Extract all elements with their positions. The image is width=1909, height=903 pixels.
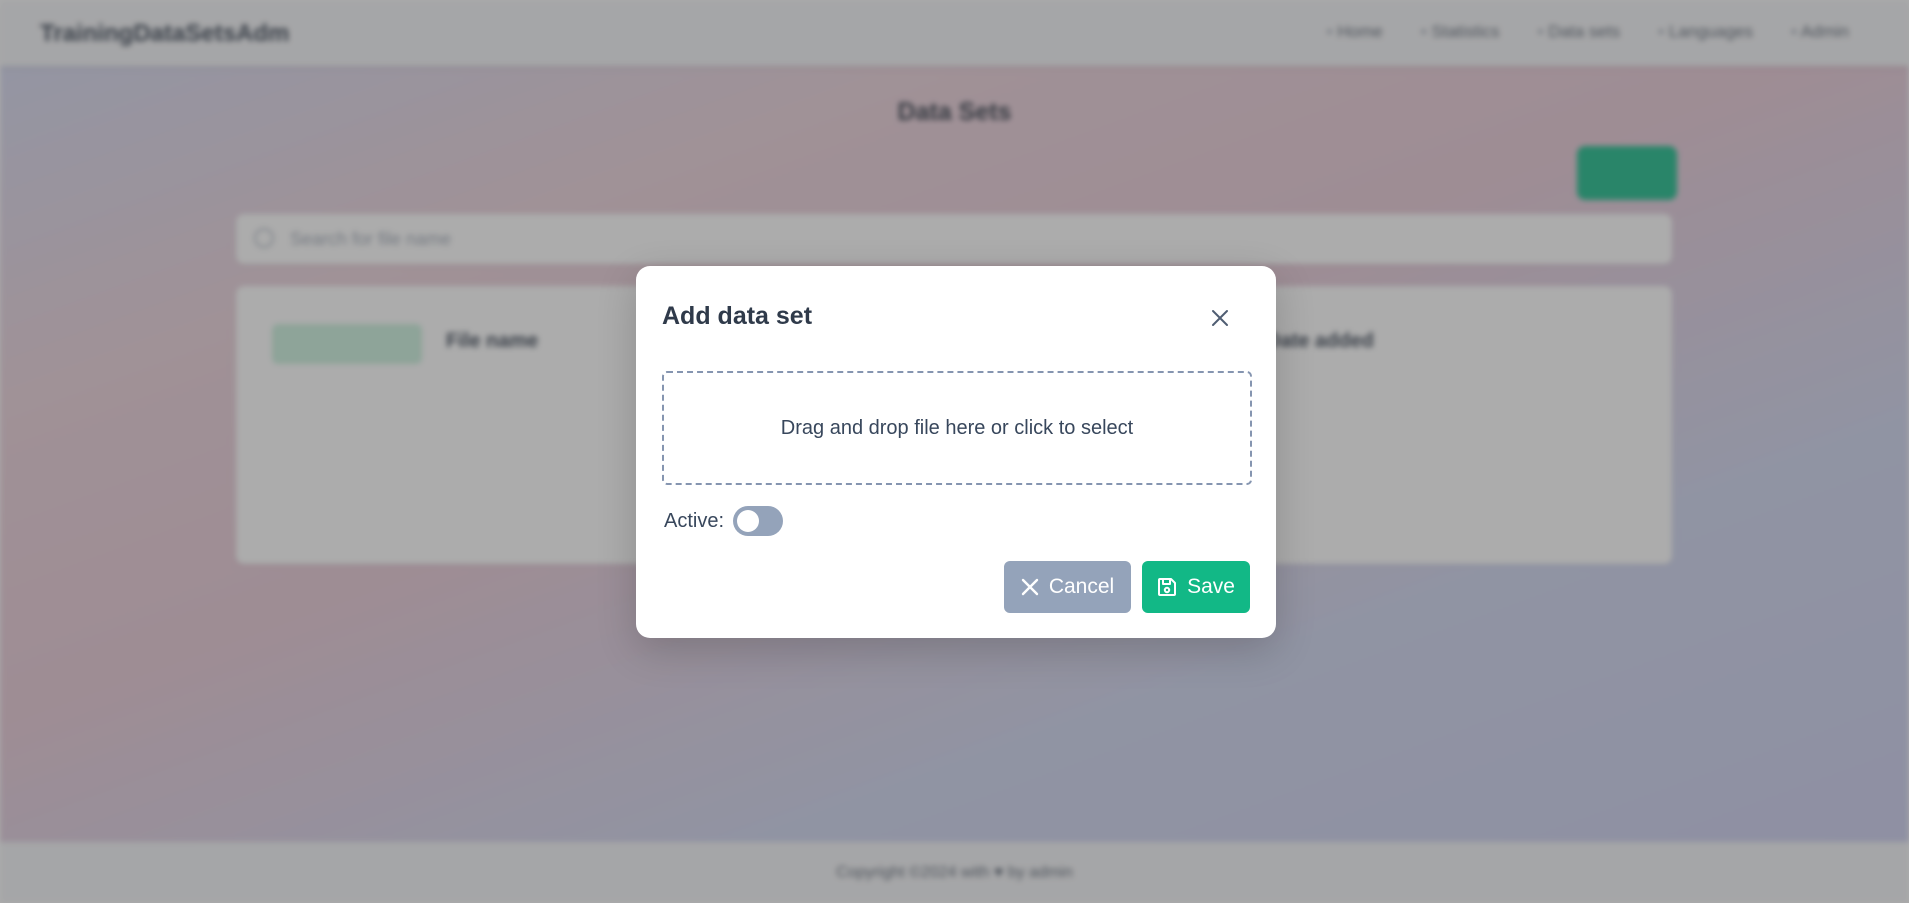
active-row: Active: — [664, 506, 784, 536]
toggle-knob — [737, 510, 760, 532]
add-dataset-modal: Add data set Drag and drop file here or … — [636, 266, 1276, 638]
cancel-label: Cancel — [1048, 575, 1115, 598]
x-icon — [1021, 578, 1039, 596]
file-dropzone[interactable]: Drag and drop file here or click to sele… — [662, 371, 1252, 485]
active-label: Active: — [664, 509, 725, 532]
close-button[interactable] — [1204, 302, 1236, 334]
modal-title: Add data set — [662, 302, 813, 330]
close-icon — [1212, 310, 1228, 326]
save-button[interactable]: Save — [1142, 561, 1250, 613]
save-label: Save — [1187, 575, 1235, 598]
save-icon — [1157, 577, 1177, 597]
cancel-button[interactable]: Cancel — [1004, 561, 1131, 613]
active-toggle[interactable] — [733, 506, 784, 536]
dropzone-text: Drag and drop file here or click to sele… — [780, 416, 1134, 439]
